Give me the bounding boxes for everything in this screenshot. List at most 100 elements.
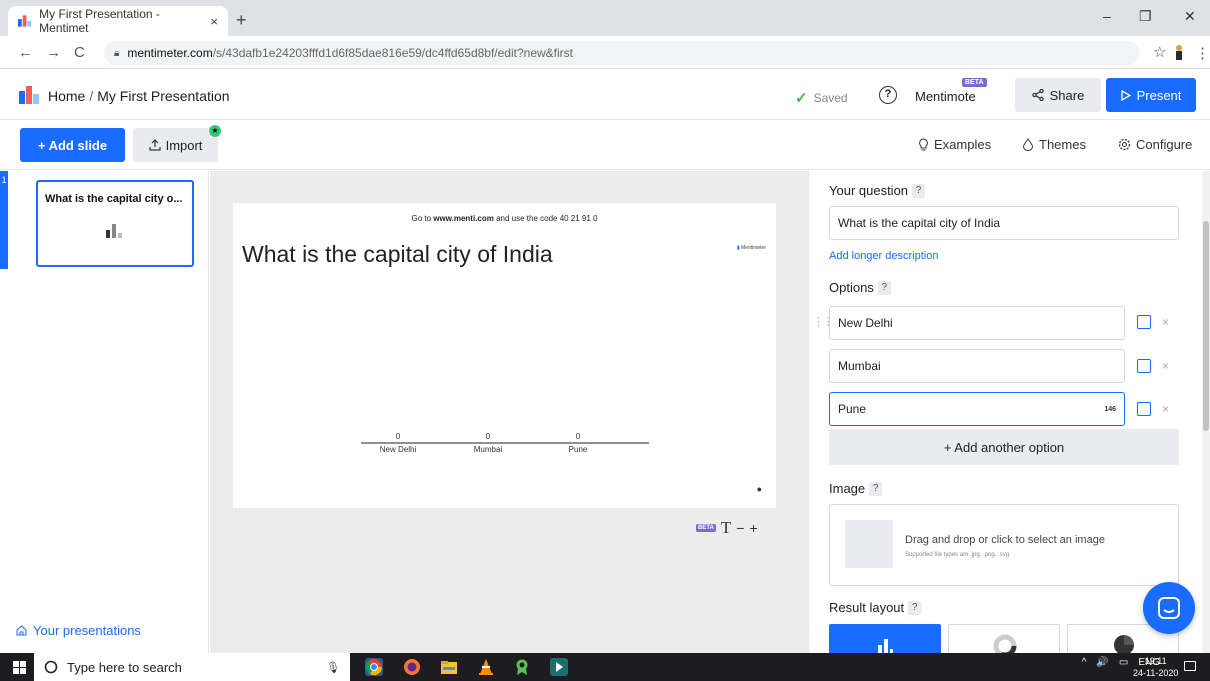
image-drop-zone[interactable]: Drag and drop or click to select an imag… bbox=[829, 504, 1179, 586]
slide-preview[interactable]: Go to www.menti.com and use the code 40 … bbox=[233, 203, 776, 508]
panel-scrollbar[interactable] bbox=[1202, 171, 1210, 653]
pie-layout-icon bbox=[1114, 635, 1134, 653]
window-close-button[interactable]: ✕ bbox=[1184, 8, 1196, 25]
result-layout-help-icon[interactable]: ? bbox=[908, 600, 922, 615]
add-option-button[interactable]: + Add another option bbox=[829, 429, 1179, 465]
options-help-icon[interactable]: ? bbox=[877, 280, 891, 295]
share-label: Share bbox=[1049, 87, 1085, 103]
slide-brand-label: Mentimeter bbox=[740, 245, 766, 251]
url-path: /s/43dafb1e24203fffd1d6f85dae816e59/dc4f… bbox=[212, 46, 573, 60]
scrollbar-thumb[interactable] bbox=[1203, 221, 1209, 431]
your-presentations-link[interactable]: Your presentations bbox=[16, 623, 141, 638]
image-help-icon[interactable]: ? bbox=[869, 481, 883, 496]
reload-button[interactable]: C bbox=[74, 44, 85, 61]
support-chat-button[interactable] bbox=[1143, 582, 1195, 634]
taskbar-search-input[interactable]: Type here to search 🎙︎ bbox=[34, 653, 350, 681]
question-help-icon[interactable]: ? bbox=[912, 183, 926, 198]
volume-icon[interactable]: 🔊 bbox=[1096, 657, 1108, 668]
notification-icon[interactable] bbox=[1184, 661, 1196, 671]
zoom-in-button[interactable]: + bbox=[749, 520, 757, 536]
option-input[interactable]: New Delhi bbox=[829, 306, 1125, 340]
upload-icon bbox=[148, 139, 161, 151]
share-button[interactable]: Share bbox=[1015, 78, 1101, 112]
option-input[interactable]: Mumbai bbox=[829, 349, 1125, 383]
zoom-out-button[interactable]: − bbox=[736, 520, 744, 536]
firefox-app-icon[interactable] bbox=[403, 658, 421, 676]
bookmark-star-icon[interactable]: ☆ bbox=[1153, 43, 1166, 61]
remove-option-icon[interactable]: × bbox=[1162, 359, 1169, 373]
slide-thumbnail-title: What is the capital city o... bbox=[45, 193, 183, 205]
mentimeter-favicon-icon bbox=[18, 15, 32, 27]
terminal-app-icon[interactable] bbox=[550, 658, 568, 676]
url-input[interactable]: 🔒︎ mentimeter.com/s/43dafb1e24203fffd1d6… bbox=[104, 41, 1140, 65]
home-icon bbox=[16, 625, 27, 636]
chart-value-label: 0 bbox=[486, 432, 491, 441]
layout-bars-button[interactable] bbox=[829, 624, 941, 653]
configure-label: Configure bbox=[1136, 137, 1193, 152]
import-button[interactable]: Import bbox=[133, 128, 218, 162]
remove-option-icon[interactable]: × bbox=[1162, 315, 1169, 329]
join-prefix: Go to bbox=[411, 214, 434, 223]
text-size-icon[interactable]: T bbox=[721, 518, 731, 538]
join-instructions: Go to www.menti.com and use the code 40 … bbox=[233, 214, 776, 223]
breadcrumb-home[interactable]: Home bbox=[48, 88, 85, 104]
droplet-icon bbox=[1022, 138, 1034, 151]
options-label: Options ? bbox=[829, 280, 891, 295]
chart-value-label: 0 bbox=[396, 432, 401, 441]
result-bar-chart: 0 New Delhi 0 Mumbai 0 Pune bbox=[361, 432, 649, 454]
join-middle: and use the code bbox=[493, 214, 560, 223]
maximize-button[interactable]: ❐ bbox=[1139, 8, 1152, 25]
forward-button[interactable]: → bbox=[46, 44, 61, 61]
browser-tab[interactable]: My First Presentation - Mentimet × bbox=[8, 6, 228, 36]
chrome-app-icon[interactable] bbox=[365, 658, 383, 676]
lightbulb-icon bbox=[919, 138, 928, 151]
present-button[interactable]: Present bbox=[1106, 78, 1196, 112]
new-tab-button[interactable]: + bbox=[236, 10, 247, 31]
option-input[interactable]: Pune 146 bbox=[829, 392, 1125, 426]
zoom-controls: BETA T − + bbox=[696, 518, 758, 538]
result-layout-label-text: Result layout bbox=[829, 600, 905, 615]
windows-start-icon[interactable] bbox=[13, 661, 26, 674]
option-image-icon[interactable] bbox=[1137, 359, 1151, 373]
mentimote-button[interactable]: Mentimote bbox=[915, 89, 976, 104]
mentimeter-logo-icon[interactable] bbox=[19, 86, 39, 104]
taskbar-search-placeholder: Type here to search bbox=[67, 659, 182, 675]
themes-button[interactable]: Themes bbox=[1022, 137, 1086, 152]
file-explorer-app-icon[interactable] bbox=[440, 658, 458, 676]
saved-status: ✓ Saved bbox=[795, 89, 848, 107]
add-description-link[interactable]: Add longer description bbox=[829, 250, 938, 262]
tray-expand-icon[interactable]: ^ bbox=[1082, 657, 1087, 668]
vlc-app-icon[interactable] bbox=[477, 658, 495, 676]
examples-button[interactable]: Examples bbox=[918, 137, 991, 152]
back-button[interactable]: ← bbox=[18, 44, 33, 61]
microphone-icon[interactable]: 🎙︎ bbox=[326, 661, 340, 674]
import-label: Import bbox=[165, 137, 203, 153]
slide-number: 1 bbox=[0, 171, 8, 269]
browser-menu-icon[interactable]: ⋮ bbox=[1195, 44, 1210, 62]
question-label: Your question ? bbox=[829, 183, 926, 198]
add-slide-button[interactable]: + Add slide bbox=[20, 128, 125, 162]
layout-donut-button[interactable] bbox=[948, 624, 1060, 653]
configure-button[interactable]: Configure bbox=[1118, 137, 1192, 152]
network-icon[interactable]: ▭ bbox=[1119, 657, 1128, 668]
remove-option-icon[interactable]: × bbox=[1162, 402, 1169, 416]
slide-settings-panel: Your question ? What is the capital city… bbox=[808, 171, 1202, 653]
slide-thumbnail[interactable]: What is the capital city o... bbox=[36, 180, 194, 267]
taskbar-clock[interactable]: 19:11 24-11-2020 bbox=[1133, 655, 1178, 679]
app-header: Home / My First Presentation ✓ Saved ? Men… bbox=[0, 70, 1210, 120]
option-image-icon[interactable] bbox=[1137, 402, 1151, 416]
help-icon[interactable]: ? bbox=[879, 86, 897, 104]
join-site: www.menti.com bbox=[433, 214, 494, 223]
extension-icon[interactable] bbox=[1173, 44, 1185, 61]
presentation-title[interactable]: My First Presentation bbox=[97, 88, 229, 104]
option-image-icon[interactable] bbox=[1137, 315, 1151, 329]
award-app-icon[interactable] bbox=[513, 658, 531, 676]
question-label-text: Your question bbox=[829, 183, 909, 198]
drop-zone-subtext: Supported file types are .jpg, .png, .sv… bbox=[905, 552, 1010, 558]
result-layout-label: Result layout ? bbox=[829, 600, 922, 615]
chat-icon bbox=[1158, 597, 1180, 619]
tab-close-icon[interactable]: × bbox=[210, 14, 218, 29]
question-input[interactable]: What is the capital city of India bbox=[829, 206, 1179, 240]
minimize-button[interactable]: – bbox=[1103, 8, 1111, 24]
browser-tab-bar: My First Presentation - Mentimet × + – ❐… bbox=[0, 0, 1210, 36]
